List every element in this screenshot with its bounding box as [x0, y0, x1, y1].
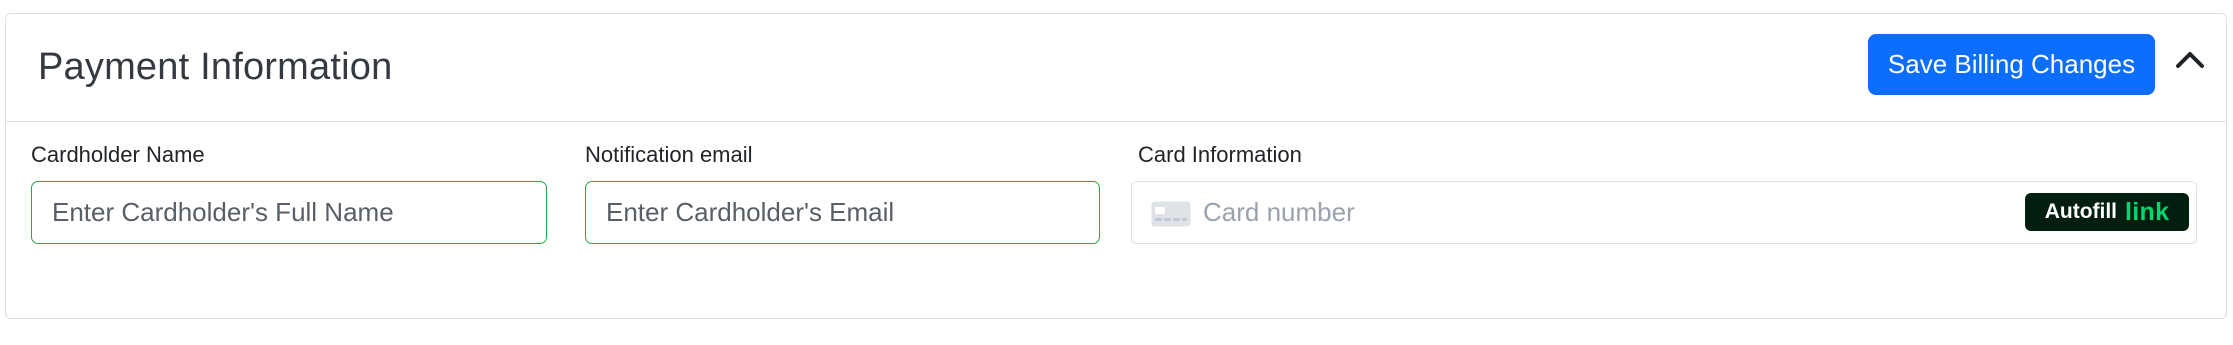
- card-information-field[interactable]: Autofill link: [1131, 181, 2197, 244]
- card-header: Payment Information Save Billing Changes: [6, 14, 2226, 122]
- save-billing-changes-button[interactable]: Save Billing Changes: [1868, 34, 2155, 95]
- payment-information-card: Payment Information Save Billing Changes: [5, 13, 2227, 319]
- card-number-input[interactable]: [1203, 190, 1963, 234]
- collapse-toggle[interactable]: [2166, 36, 2214, 84]
- autofill-link-button[interactable]: Autofill link: [2025, 193, 2189, 231]
- cardholder-name-label: Cardholder Name: [31, 142, 205, 167]
- link-logo: link: [2125, 197, 2170, 226]
- card-information-label: Card Information: [1138, 142, 1302, 167]
- credit-card-icon: [1151, 201, 1191, 227]
- chevron-up-icon: [2176, 52, 2204, 68]
- notification-email-input[interactable]: [585, 181, 1100, 244]
- page-title: Payment Information: [38, 46, 393, 88]
- notification-email-label: Notification email: [585, 142, 753, 167]
- cardholder-name-input[interactable]: [31, 181, 547, 244]
- autofill-label: Autofill: [2044, 200, 2118, 223]
